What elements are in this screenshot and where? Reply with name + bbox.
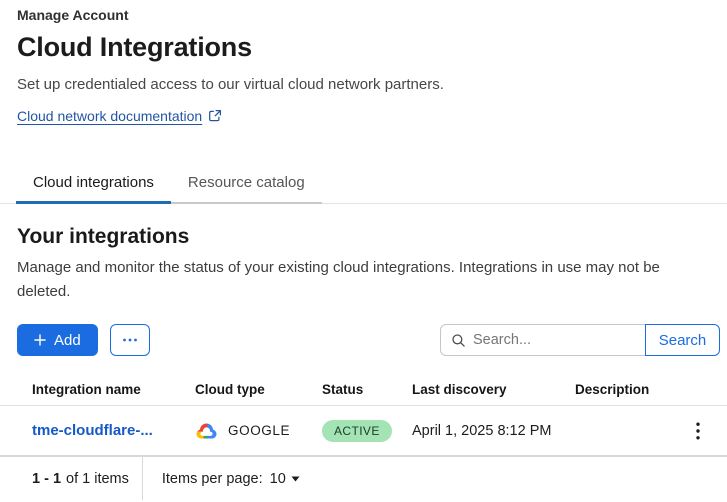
kebab-menu-icon [696, 422, 700, 440]
caret-down-icon [291, 476, 300, 482]
tab-label: Resource catalog [188, 174, 305, 191]
column-header-integration-name: Integration name [32, 382, 195, 397]
footer-divider [142, 457, 143, 500]
cloud-integrations-page: Manage Account Cloud Integrations Set up… [0, 0, 727, 502]
last-discovery-cell: April 1, 2025 8:12 PM [412, 423, 575, 439]
search-button[interactable]: Search [645, 324, 720, 356]
section-description: Manage and monitor the status of your ex… [17, 256, 710, 304]
column-header-cloud-type: Cloud type [195, 382, 322, 397]
search-group: Search [440, 324, 720, 356]
overflow-menu-button[interactable] [110, 324, 150, 356]
search-icon [451, 333, 466, 348]
items-per-page-label: Items per page: [162, 471, 263, 487]
search-box [440, 324, 645, 356]
items-per-page-value: 10 [270, 471, 286, 487]
column-header-status: Status [322, 382, 412, 397]
integrations-table: Integration name Cloud type Status Last … [0, 373, 727, 456]
pagination-range: 1 - 1 [32, 471, 61, 487]
add-button-label: Add [54, 332, 81, 349]
add-button[interactable]: Add [17, 324, 98, 356]
page-title: Cloud Integrations [17, 32, 710, 63]
column-header-last-discovery: Last discovery [412, 382, 575, 397]
integration-name-link[interactable]: tme-cloudflare-... [32, 422, 195, 439]
plus-icon [34, 334, 46, 346]
tab-label: Cloud integrations [33, 174, 154, 191]
page-description: Set up credentialed access to our virtua… [17, 76, 710, 93]
doc-link-label: Cloud network documentation [17, 108, 202, 124]
items-per-page-select[interactable]: Items per page: 10 [162, 471, 300, 487]
breadcrumb: Manage Account [17, 7, 710, 23]
external-link-icon [208, 109, 222, 123]
table-row: tme-cloudflare-... [0, 406, 727, 456]
search-input[interactable] [473, 332, 637, 348]
row-actions-button[interactable] [687, 418, 709, 444]
column-header-description: Description [575, 382, 687, 397]
tab-bar: Cloud integrations Resource catalog [0, 162, 727, 204]
tab-resource-catalog[interactable]: Resource catalog [171, 162, 322, 204]
section-title: Your integrations [17, 225, 710, 249]
cloud-type-label: GOOGLE [228, 423, 290, 438]
toolbar: Add Search [17, 324, 720, 356]
tab-cloud-integrations[interactable]: Cloud integrations [16, 162, 171, 204]
google-cloud-icon [195, 422, 218, 440]
pagination-bar: 1 - 1 of 1 items Items per page: 10 [0, 456, 727, 500]
table-header-row: Integration name Cloud type Status Last … [0, 373, 727, 406]
doc-link[interactable]: Cloud network documentation [17, 108, 222, 124]
status-badge: ACTIVE [322, 420, 392, 442]
toolbar-left: Add [17, 324, 150, 356]
pagination-total: of 1 items [66, 471, 129, 487]
ellipsis-icon [122, 338, 138, 342]
status-cell: ACTIVE [322, 420, 412, 442]
cloud-type-cell: GOOGLE [195, 422, 322, 440]
page-header: Manage Account Cloud Integrations Set up… [0, 0, 727, 126]
